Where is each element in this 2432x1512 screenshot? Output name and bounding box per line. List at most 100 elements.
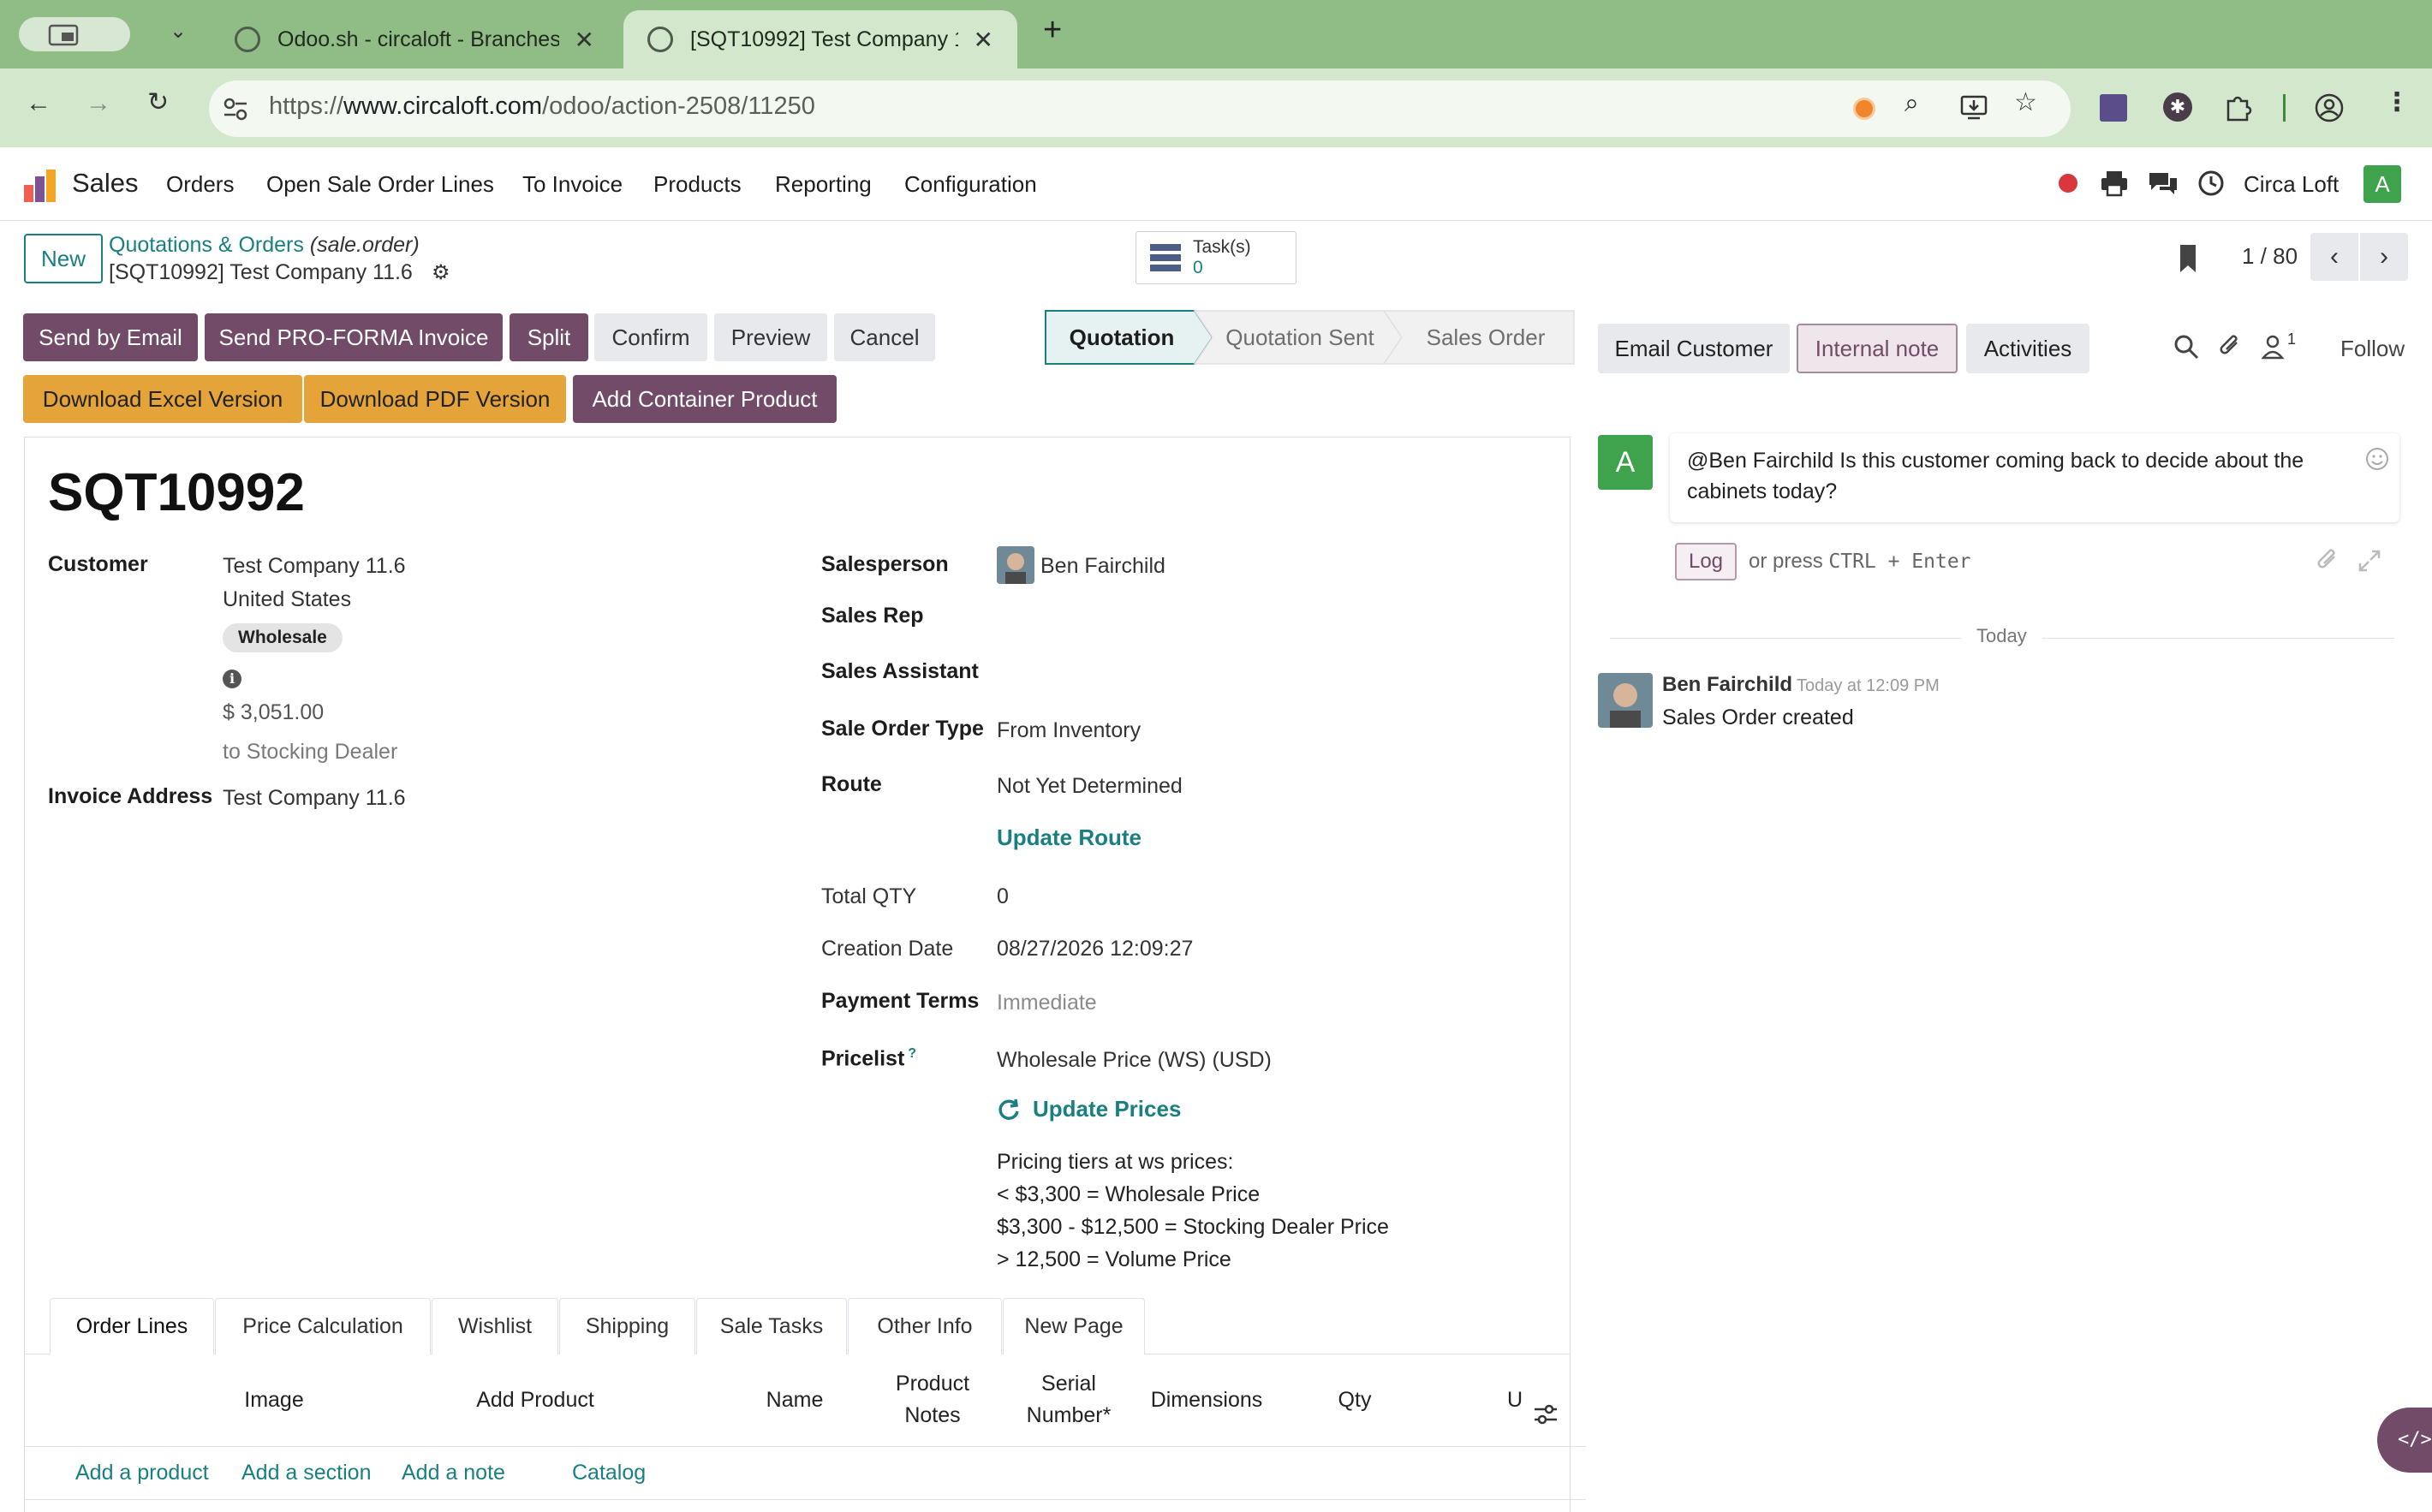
expand-composer-icon[interactable] <box>2357 548 2382 574</box>
salesperson-name[interactable]: Ben Fairchild <box>1040 554 1165 579</box>
discuss-chat-icon[interactable] <box>2148 170 2179 197</box>
zoom-icon[interactable]: ⌕ <box>1904 89 1919 118</box>
site-settings-icon[interactable] <box>221 94 250 123</box>
extension-asterisk-icon[interactable]: ✱ <box>2163 92 2192 122</box>
col-product-notes[interactable]: Product Notes <box>884 1368 981 1432</box>
menu-to-invoice[interactable]: To Invoice <box>522 171 623 198</box>
menu-products[interactable]: Products <box>653 171 742 198</box>
col-dimensions[interactable]: Dimensions <box>1139 1384 1274 1416</box>
send-proforma-invoice-button[interactable]: Send PRO-FORMA Invoice <box>205 313 503 361</box>
pager-previous-chevron-icon[interactable]: ‹ <box>2310 233 2358 281</box>
email-customer-button[interactable]: Email Customer <box>1598 324 1790 373</box>
download-pdf-button[interactable]: Download PDF Version <box>304 375 566 423</box>
tab-search-chevron-icon[interactable]: ⌄ <box>170 19 187 44</box>
message-author[interactable]: Ben Fairchild <box>1662 673 1792 697</box>
extensions-puzzle-icon[interactable] <box>2223 92 2252 122</box>
user-avatar[interactable]: A <box>2363 165 2401 203</box>
menu-configuration[interactable]: Configuration <box>904 171 1037 198</box>
record-settings-gear-icon[interactable]: ⚙ <box>432 260 450 285</box>
extension-record-icon[interactable] <box>1853 98 1875 120</box>
tab-price-calculation[interactable]: Price Calculation <box>215 1298 431 1354</box>
add-container-product-button[interactable]: Add Container Product <box>573 375 837 423</box>
composer-attach-icon[interactable] <box>2316 548 2341 574</box>
sale-order-type-value[interactable]: From Inventory <box>997 718 1141 743</box>
recording-dot-icon[interactable] <box>2059 174 2077 193</box>
followers-icon[interactable] <box>2261 334 2285 360</box>
cancel-button[interactable]: Cancel <box>834 313 935 361</box>
update-prices-link[interactable]: Update Prices <box>997 1096 1181 1122</box>
bookmark-icon[interactable] <box>2175 243 2201 274</box>
info-icon[interactable]: i <box>223 670 241 688</box>
extension-barcode-icon[interactable] <box>2100 94 2127 122</box>
new-tab-plus-icon[interactable]: + <box>1043 12 1062 49</box>
stage-sales-order[interactable]: Sales Order <box>1396 312 1576 363</box>
tab-new-page[interactable]: New Page <box>1003 1298 1145 1354</box>
tab-order-lines[interactable]: Order Lines <box>50 1298 214 1354</box>
app-name[interactable]: Sales <box>72 168 139 199</box>
invoice-address[interactable]: Test Company 11.6 <box>223 786 406 811</box>
update-route-link[interactable]: Update Route <box>997 824 1141 851</box>
send-by-email-button[interactable]: Send by Email <box>23 313 198 361</box>
add-note-link[interactable]: Add a note <box>402 1461 505 1485</box>
log-button[interactable]: Log <box>1675 543 1737 580</box>
menu-open-sale-order-lines[interactable]: Open Sale Order Lines <box>266 171 494 198</box>
sales-app-icon[interactable] <box>22 168 58 204</box>
tab-wishlist[interactable]: Wishlist <box>432 1298 558 1354</box>
search-messages-icon[interactable] <box>2173 334 2199 360</box>
tab-shipping[interactable]: Shipping <box>559 1298 695 1354</box>
add-section-link[interactable]: Add a section <box>241 1461 372 1485</box>
attachments-paperclip-icon[interactable] <box>2218 334 2244 360</box>
follow-button[interactable]: Follow <box>2340 336 2405 362</box>
pager-value[interactable]: 1 / 80 <box>2242 243 2298 270</box>
composer-input[interactable]: @Ben Fairchild Is this customer coming b… <box>1670 433 2399 522</box>
add-product-link[interactable]: Add a product <box>75 1461 209 1485</box>
bookmark-star-icon[interactable]: ☆ <box>2014 87 2037 117</box>
profile-icon[interactable] <box>2314 92 2345 123</box>
pager-next-chevron-icon[interactable]: › <box>2360 233 2408 281</box>
customer-tag-badge[interactable]: Wholesale <box>223 623 343 652</box>
internal-note-button[interactable]: Internal note <box>1797 324 1958 373</box>
company-switcher[interactable]: Circa Loft <box>2244 171 2339 198</box>
stage-quotation[interactable]: Quotation <box>1045 312 1199 363</box>
tasks-smart-button[interactable]: Task(s) 0 <box>1136 231 1296 284</box>
back-arrow-icon[interactable]: ← <box>26 89 51 118</box>
tab-sale-tasks[interactable]: Sale Tasks <box>696 1298 847 1354</box>
close-icon[interactable]: ✕ <box>974 26 993 54</box>
new-button[interactable]: New <box>24 234 103 283</box>
split-button[interactable]: Split <box>510 313 588 361</box>
optional-columns-toggle-icon[interactable] <box>1533 1402 1559 1426</box>
install-app-icon[interactable] <box>1959 92 1988 122</box>
col-add-product[interactable]: Add Product <box>454 1384 617 1416</box>
download-excel-button[interactable]: Download Excel Version <box>23 375 302 423</box>
catalog-link[interactable]: Catalog <box>572 1461 646 1485</box>
col-name[interactable]: Name <box>745 1384 844 1416</box>
customer-name[interactable]: Test Company 11.6 <box>223 554 406 579</box>
forward-arrow-icon[interactable]: → <box>86 89 111 118</box>
emoji-icon[interactable] <box>2365 447 2389 471</box>
debug-code-icon[interactable]: </> <box>2377 1408 2432 1473</box>
stage-quotation-sent[interactable]: Quotation Sent <box>1206 312 1394 363</box>
col-unit[interactable]: U <box>1500 1384 1529 1416</box>
print-icon[interactable] <box>2100 170 2129 197</box>
browser-tab-active[interactable]: [SQT10992] Test Company 11.6 ✕ <box>623 10 1017 68</box>
tab-other-info[interactable]: Other Info <box>848 1298 1002 1354</box>
activities-button[interactable]: Activities <box>1966 324 2089 373</box>
preview-button[interactable]: Preview <box>714 313 827 361</box>
payment-terms-value[interactable]: Immediate <box>997 991 1097 1015</box>
tab-group-pill[interactable] <box>19 17 130 51</box>
url-text[interactable]: https://www.circaloft.com/odoo/action-25… <box>269 92 815 121</box>
pricelist-value[interactable]: Wholesale Price (WS) (USD) <box>997 1048 1272 1073</box>
browser-tab-odoosh[interactable]: Odoo.sh - circaloft - Branches ✕ <box>211 10 618 68</box>
route-value[interactable]: Not Yet Determined <box>997 774 1183 799</box>
col-qty[interactable]: Qty <box>1317 1384 1392 1416</box>
confirm-button[interactable]: Confirm <box>594 313 707 361</box>
menu-orders[interactable]: Orders <box>166 171 234 198</box>
browser-menu-kebab-icon[interactable]: ⋮ <box>2384 87 2410 117</box>
breadcrumb-parent-link[interactable]: Quotations & Orders <box>109 233 304 257</box>
menu-reporting[interactable]: Reporting <box>775 171 872 198</box>
col-serial-number[interactable]: Serial Number* <box>1010 1368 1127 1432</box>
composer-text[interactable]: @Ben Fairchild Is this customer coming b… <box>1687 445 2355 507</box>
close-icon[interactable]: ✕ <box>575 26 594 54</box>
activity-clock-icon[interactable] <box>2197 170 2225 197</box>
reload-icon[interactable]: ↻ <box>147 87 169 117</box>
